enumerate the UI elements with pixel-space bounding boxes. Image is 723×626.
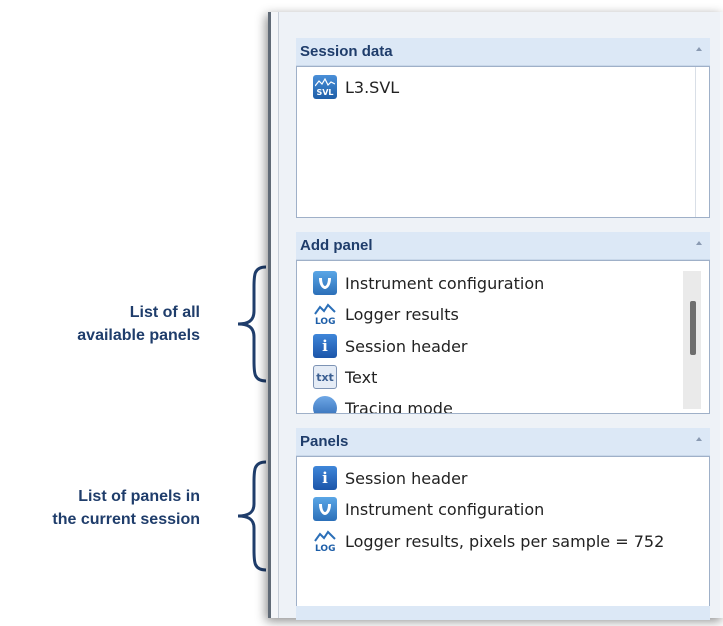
list-item-svl[interactable]: SVL L3.SVL (313, 73, 399, 101)
list-item-instrument-configuration[interactable]: Instrument configuration (313, 495, 544, 523)
scroll-thumb[interactable] (690, 301, 696, 355)
scrollbar[interactable] (683, 271, 701, 409)
bottom-bar (296, 606, 710, 620)
panels-header[interactable]: Panels (296, 428, 710, 456)
list-item-tracing-mode[interactable]: Tracing mode (313, 394, 453, 414)
list-item-session-header[interactable]: i Session header (313, 464, 468, 492)
collapse-icon[interactable] (696, 240, 702, 245)
list-item-text[interactable]: txt Text (313, 363, 377, 391)
instrument-config-icon (313, 497, 337, 521)
list-item-label: Tracing mode (345, 398, 453, 414)
pane-title: Add panel (300, 237, 373, 254)
list-item-label: Logger results (345, 304, 459, 324)
session-data-pane: Session data SVL L3.SVL (296, 38, 710, 218)
list-item-session-header[interactable]: i Session header (313, 332, 468, 360)
annotation-line: available panels (77, 327, 200, 344)
list-item-label: L3.SVL (345, 77, 400, 97)
annotation-line: List of all (129, 304, 200, 321)
instrument-config-icon (313, 271, 337, 295)
collapse-icon[interactable] (696, 46, 702, 51)
collapse-icon[interactable] (696, 436, 702, 441)
list-item-logger-results[interactable]: LOG Logger results (313, 300, 459, 328)
list-item-label: Instrument configuration (345, 499, 545, 519)
round-icon (313, 396, 337, 413)
session-data-header[interactable]: Session data (296, 38, 710, 66)
annotation-line: List of panels in (78, 488, 200, 505)
list-item-instrument-configuration[interactable]: Instrument configuration (313, 269, 544, 297)
current-panels-list: i Session header Instrument configuratio… (296, 456, 710, 608)
info-icon: i (313, 466, 337, 490)
available-panels-list: Instrument configuration LOG Logger resu… (296, 260, 710, 414)
add-panel-header[interactable]: Add panel (296, 232, 710, 260)
svl-file-icon: SVL (313, 75, 337, 99)
list-item-label: Logger results, pixels per sample = 752 (345, 531, 665, 551)
list-item-label: Session header (345, 468, 468, 488)
list-item-label: Instrument configuration (345, 273, 545, 293)
info-icon: i (313, 334, 337, 358)
svg-text:LOG: LOG (315, 317, 335, 326)
brace-icon (237, 265, 267, 383)
list-item-logger-results[interactable]: LOG Logger results, pixels per sample = … (313, 527, 664, 555)
pane-title: Panels (300, 433, 349, 450)
panels-pane: Panels i Session header Instrument confi… (296, 428, 710, 608)
brace-icon (237, 460, 267, 572)
session-data-list: SVL L3.SVL (296, 66, 710, 218)
add-panel-pane: Add panel Instrument configuration LOG L… (296, 232, 710, 414)
list-item-label: Session header (345, 336, 468, 356)
divider (695, 67, 696, 217)
text-icon: txt (313, 365, 337, 389)
annotation-line: the current session (52, 511, 200, 528)
list-item-label: Text (345, 367, 378, 387)
svg-text:LOG: LOG (315, 544, 335, 553)
logger-icon: LOG (313, 302, 337, 326)
pane-title: Session data (300, 43, 393, 60)
logger-icon: LOG (313, 529, 337, 553)
annotation-available-panels: List of all available panels (77, 301, 200, 347)
annotation-current-panels: List of panels in the current session (52, 485, 200, 531)
